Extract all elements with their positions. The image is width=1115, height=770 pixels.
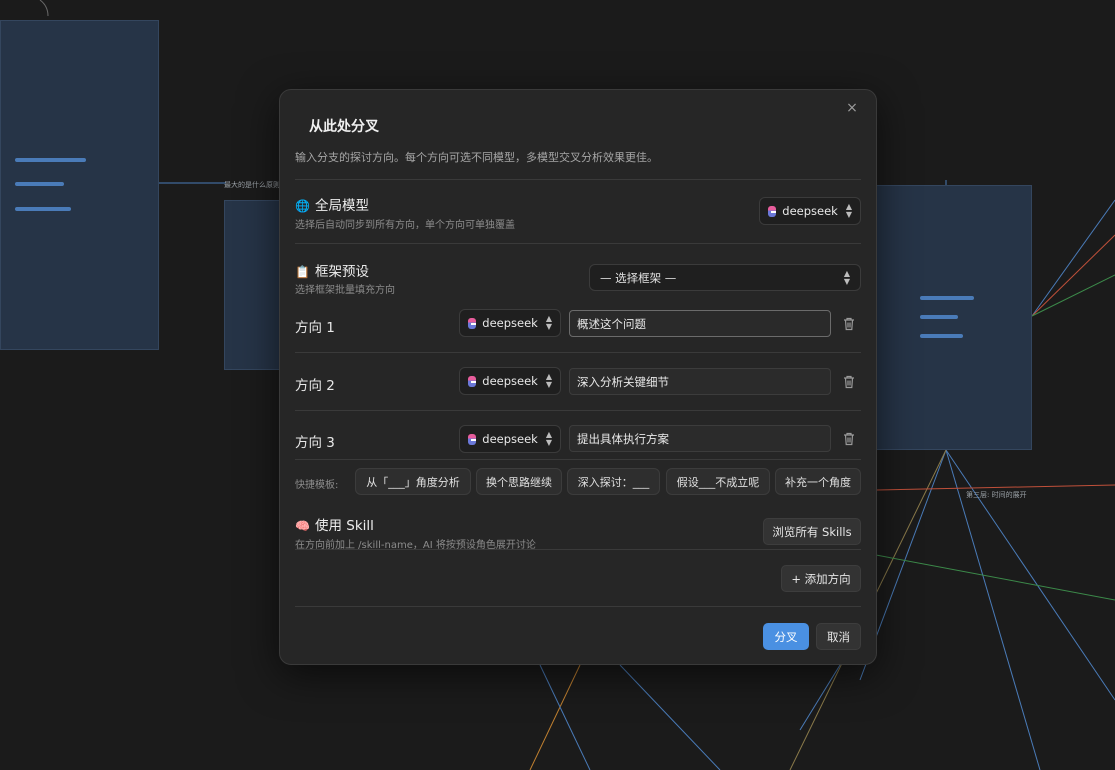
direction-1-input[interactable] bbox=[569, 310, 831, 337]
chevron-updown-icon: ▲ ▼ bbox=[545, 430, 552, 447]
quick-template-button[interactable]: 换个思路继续 bbox=[476, 468, 562, 495]
quick-template-button[interactable]: 假设___不成立呢 bbox=[666, 468, 770, 495]
deepseek-icon bbox=[768, 205, 777, 217]
edge-bottom-2 bbox=[529, 664, 581, 770]
trash-icon[interactable] bbox=[841, 374, 857, 390]
chevron-updown-icon: ▲ ▼ bbox=[843, 268, 850, 286]
deepseek-icon bbox=[468, 433, 477, 445]
divider bbox=[295, 606, 861, 607]
skill-title: 🧠 使用 Skill bbox=[295, 514, 374, 534]
direction-2-model-value: deepseek bbox=[482, 374, 538, 388]
global-model-value: deepseek bbox=[782, 204, 838, 218]
quick-template-button[interactable]: 补充一个角度 bbox=[775, 468, 861, 495]
global-model-title: 🌐 全局模型 bbox=[295, 194, 369, 214]
edge-label: 第三层: 时间的展开 bbox=[966, 491, 1027, 499]
direction-2-model-select[interactable]: deepseek ▲ ▼ bbox=[459, 367, 561, 395]
global-model-hint: 选择后自动同步到所有方向，单个方向可单独覆盖 bbox=[295, 220, 515, 231]
global-model-select[interactable]: deepseek ▲ ▼ bbox=[759, 197, 861, 225]
direction-3-input[interactable] bbox=[569, 425, 831, 452]
divider bbox=[295, 352, 861, 353]
direction-2-label: 方向 2 bbox=[295, 378, 335, 394]
divider bbox=[295, 459, 861, 460]
cancel-button[interactable]: 取消 bbox=[816, 623, 861, 650]
framework-hint: 选择框架批量填充方向 bbox=[295, 285, 395, 296]
close-icon[interactable]: × bbox=[844, 100, 860, 116]
chevron-updown-icon: ▲ ▼ bbox=[845, 202, 852, 219]
chevron-updown-icon: ▲ ▼ bbox=[545, 372, 552, 389]
direction-1-model-value: deepseek bbox=[482, 316, 538, 330]
skill-label: 使用 Skill bbox=[314, 518, 374, 534]
brain-icon: 🧠 bbox=[295, 519, 310, 533]
quick-template-button[interactable]: 从「___」角度分析 bbox=[355, 468, 471, 495]
global-model-label: 全局模型 bbox=[314, 198, 369, 214]
trash-icon[interactable] bbox=[841, 316, 857, 332]
browse-skills-button[interactable]: 浏览所有 Skills bbox=[763, 518, 861, 545]
deepseek-icon bbox=[468, 317, 477, 329]
direction-1-model-select[interactable]: deepseek ▲ ▼ bbox=[459, 309, 561, 337]
direction-3-model-select[interactable]: deepseek ▲ ▼ bbox=[459, 425, 561, 453]
chevron-updown-icon: ▲ ▼ bbox=[545, 314, 552, 331]
direction-1-label: 方向 1 bbox=[295, 320, 335, 336]
direction-2-input[interactable] bbox=[569, 368, 831, 395]
edge-label: 最大的是什么原则 bbox=[224, 181, 280, 189]
edge-mid-2 bbox=[875, 554, 1115, 601]
clipboard-icon: 📋 bbox=[295, 265, 310, 279]
quick-template-button[interactable]: 深入探讨：___ bbox=[567, 468, 660, 495]
framework-label: 框架预设 bbox=[314, 264, 369, 280]
divider bbox=[295, 410, 861, 411]
edge-right-1 bbox=[1031, 199, 1115, 317]
fork-dialog: × 从此处分叉 输入分支的探讨方向。每个方向可选不同模型，多模型交叉分析效果更佳… bbox=[279, 89, 877, 665]
trash-icon[interactable] bbox=[841, 431, 857, 447]
edge-bottom-4 bbox=[799, 664, 841, 731]
deepseek-icon bbox=[468, 375, 477, 387]
graph-node[interactable] bbox=[224, 200, 284, 370]
graph-node[interactable] bbox=[862, 185, 1032, 450]
framework-select[interactable]: — 选择框架 — ▲ ▼ bbox=[589, 264, 861, 291]
quick-templates-label: 快捷模板: bbox=[295, 480, 339, 491]
direction-3-label: 方向 3 bbox=[295, 435, 335, 451]
graph-node[interactable] bbox=[0, 20, 159, 350]
edge-right-3 bbox=[1031, 274, 1115, 317]
globe-icon: 🌐 bbox=[295, 199, 310, 213]
divider bbox=[295, 549, 861, 550]
edge-bottom-3 bbox=[539, 664, 591, 770]
edge-top bbox=[39, 0, 49, 17]
edge-bottom-1 bbox=[619, 664, 721, 770]
framework-title: 📋 框架预设 bbox=[295, 260, 369, 280]
divider bbox=[295, 243, 861, 244]
direction-3-model-value: deepseek bbox=[482, 432, 538, 446]
add-direction-button[interactable]: + 添加方向 bbox=[781, 565, 861, 592]
framework-value: — 选择框架 — bbox=[600, 270, 677, 285]
dialog-subtitle: 输入分支的探讨方向。每个方向可选不同模型，多模型交叉分析效果更佳。 bbox=[295, 151, 658, 164]
fork-submit-button[interactable]: 分叉 bbox=[763, 623, 809, 650]
dialog-title: 从此处分叉 bbox=[309, 119, 379, 135]
edge-down-2 bbox=[945, 449, 1115, 701]
edge-right-2 bbox=[1031, 234, 1115, 317]
divider bbox=[295, 179, 861, 180]
